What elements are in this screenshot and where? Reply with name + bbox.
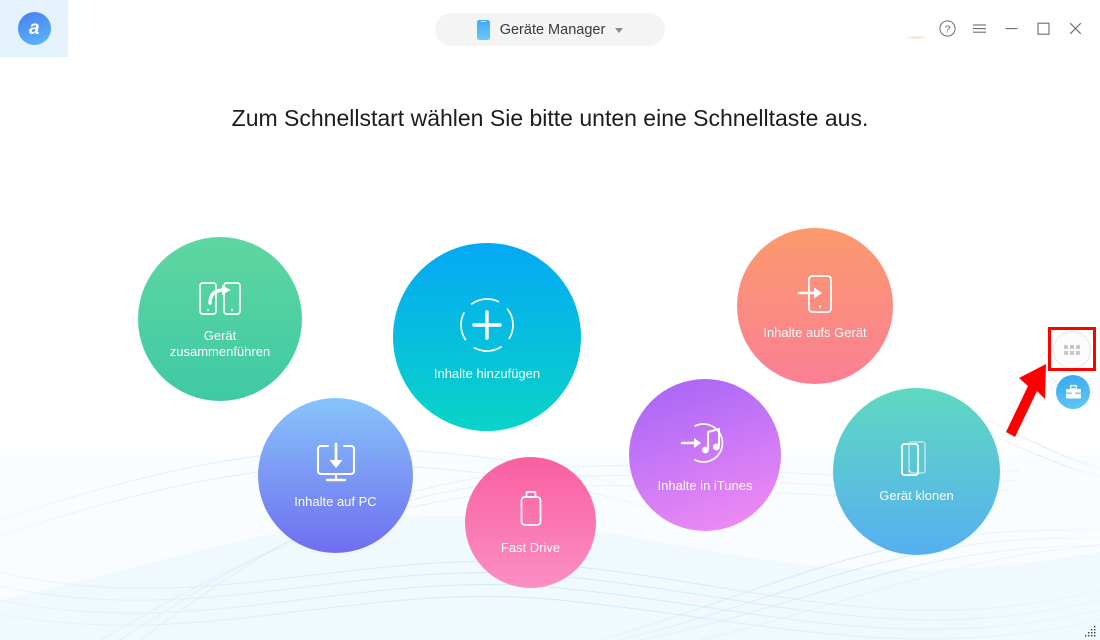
maximize-button[interactable] xyxy=(1028,14,1058,44)
anytrans-logo-icon: a xyxy=(17,12,51,45)
bubble-label: Gerät zusammenführen xyxy=(169,327,271,359)
app-logo: a xyxy=(0,0,68,57)
quick-action-content-to-pc[interactable]: Inhalte auf PC xyxy=(258,398,413,553)
device-manager-dropdown[interactable]: Geräte Manager xyxy=(435,13,665,46)
decorative-smudge xyxy=(905,36,929,39)
bubble-label: Fast Drive xyxy=(500,540,561,556)
quick-action-add-content[interactable]: Inhalte hinzufügen xyxy=(393,243,581,431)
chevron-down-icon xyxy=(615,28,624,33)
arrow-into-phone-icon xyxy=(794,272,836,316)
menu-button[interactable] xyxy=(964,14,994,44)
device-manager-label: Geräte Manager xyxy=(499,21,606,38)
quick-action-content-to-itunes[interactable]: Inhalte in iTunes xyxy=(629,379,781,531)
phone-icon xyxy=(476,19,490,40)
window-controls: ? xyxy=(932,0,1090,57)
quick-action-fast-drive[interactable]: Fast Drive xyxy=(465,457,596,588)
quick-action-content-to-device[interactable]: Inhalte aufs Gerät xyxy=(737,228,893,384)
toolbox-button[interactable] xyxy=(1056,375,1090,409)
minimize-button[interactable] xyxy=(996,14,1026,44)
grid-apps-icon xyxy=(1064,345,1080,355)
bubble-label: Gerät klonen xyxy=(879,488,954,504)
page-title: Zum Schnellstart wählen Sie bitte unten … xyxy=(231,105,869,131)
apps-grid-button[interactable] xyxy=(1053,331,1091,369)
logo-letter: a xyxy=(28,18,40,39)
title-bar: a Geräte Manager ? xyxy=(0,0,1100,57)
usb-drive-icon xyxy=(516,489,546,531)
two-phones-transfer-icon xyxy=(196,279,244,319)
app-window: a Geräte Manager ? Zum Schnellstart wähl… xyxy=(0,0,1100,640)
quick-action-clone-device[interactable]: Gerät klonen xyxy=(833,388,1000,555)
bubble-label: Inhalte in iTunes xyxy=(657,477,753,493)
monitor-download-icon xyxy=(310,441,362,485)
quick-action-merge-device[interactable]: Gerät zusammenführen xyxy=(138,237,302,401)
arrow-into-music-circle-icon xyxy=(677,417,733,469)
bubble-label: Inhalte auf PC xyxy=(294,494,377,510)
dashed-circle-plus-icon xyxy=(455,293,519,357)
bubble-label: Inhalte aufs Gerät xyxy=(763,324,867,340)
toolbox-icon xyxy=(1065,384,1081,398)
help-button[interactable]: ? xyxy=(932,14,962,44)
bubble-label: Inhalte hinzufügen xyxy=(433,365,541,381)
svg-text:?: ? xyxy=(944,23,950,35)
resize-grip[interactable] xyxy=(1085,625,1097,637)
close-button[interactable] xyxy=(1060,14,1090,44)
two-phones-clone-icon xyxy=(897,439,937,479)
